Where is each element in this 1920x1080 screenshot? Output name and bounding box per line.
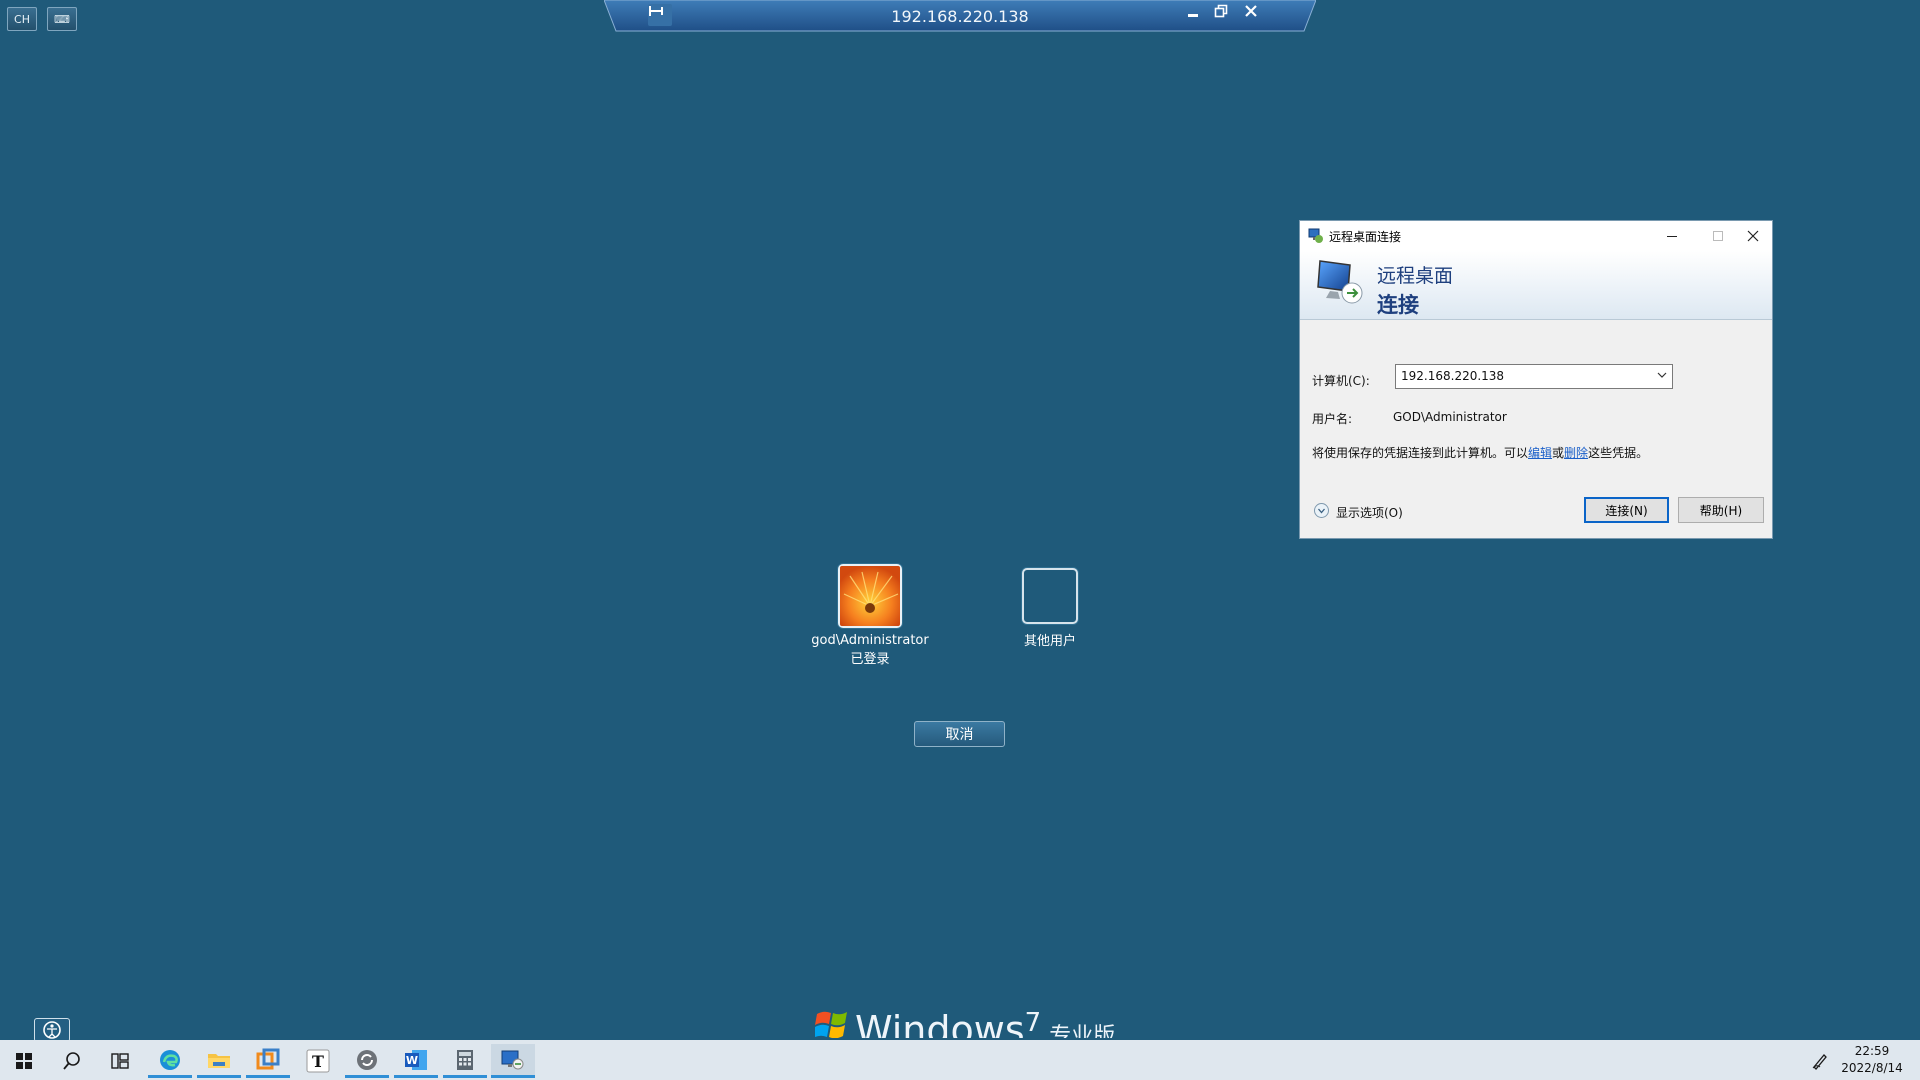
flower-picture-icon bbox=[840, 566, 900, 626]
calculator-icon[interactable] bbox=[443, 1044, 487, 1078]
edge-icon[interactable] bbox=[148, 1044, 192, 1078]
delete-credentials-link[interactable]: 删除 bbox=[1564, 446, 1588, 460]
brand-version: 7 bbox=[1024, 1008, 1042, 1038]
minimize-icon[interactable] bbox=[1186, 4, 1210, 26]
chevron-down-icon[interactable] bbox=[1656, 368, 1668, 382]
rdp-connection-bar: 192.168.220.138 bbox=[604, 0, 1316, 32]
ease-of-access-icon bbox=[43, 1021, 61, 1039]
cred-text-post: 这些凭据。 bbox=[1588, 446, 1649, 460]
remote-desktop-monitor-icon bbox=[1317, 260, 1363, 304]
dialog-title: 远程桌面连接 bbox=[1329, 230, 1402, 244]
pen-icon[interactable] bbox=[1805, 1044, 1835, 1078]
typora-icon[interactable]: T bbox=[296, 1044, 340, 1078]
computer-value: 192.168.220.138 bbox=[1401, 369, 1505, 383]
user-name: god\Administrator bbox=[811, 633, 929, 648]
word-icon[interactable]: W bbox=[394, 1044, 438, 1078]
cancel-button[interactable]: 取消 bbox=[914, 721, 1005, 747]
keyboard-button[interactable]: ⌨ bbox=[47, 7, 77, 31]
header-line2: 连接 bbox=[1377, 293, 1419, 317]
taskbar: T W 22:59 2022/8/14 bbox=[0, 1040, 1920, 1080]
windows7-logo: Windows7 专业版 bbox=[815, 1008, 1115, 1038]
windows-start-icon[interactable] bbox=[2, 1044, 46, 1078]
dialog-minimize-icon[interactable] bbox=[1657, 225, 1687, 247]
file-explorer-icon[interactable] bbox=[197, 1044, 241, 1078]
sync-icon[interactable] bbox=[345, 1044, 389, 1078]
cred-text-pre: 将使用保存的凭据连接到此计算机。可以 bbox=[1312, 446, 1529, 460]
dialog-maximize-icon bbox=[1703, 225, 1733, 247]
brand-text: Windows bbox=[855, 1008, 1025, 1038]
close-icon[interactable] bbox=[1244, 4, 1268, 26]
user-tile-other[interactable]: 其他用户 bbox=[1000, 568, 1100, 649]
dialog-header: 远程桌面 连接 bbox=[1300, 251, 1772, 320]
edit-credentials-link[interactable]: 编辑 bbox=[1528, 446, 1552, 460]
user-avatar bbox=[838, 564, 902, 628]
computer-label: 计算机(C): bbox=[1312, 374, 1370, 388]
dialog-titlebar[interactable]: 远程桌面连接 bbox=[1300, 221, 1772, 251]
ease-of-access-button[interactable] bbox=[34, 1018, 70, 1042]
remote-desktop-icon[interactable] bbox=[491, 1044, 535, 1078]
username-value: GOD\Administrator bbox=[1393, 410, 1507, 424]
svg-text:W: W bbox=[406, 1054, 418, 1067]
connect-button[interactable]: 连接(N) bbox=[1584, 497, 1669, 523]
edition-text: 专业版 bbox=[1049, 1024, 1116, 1038]
header-line1: 远程桌面 bbox=[1377, 265, 1454, 287]
user-status: 已登录 bbox=[850, 652, 890, 667]
dialog-close-icon[interactable] bbox=[1733, 225, 1773, 247]
vmware-icon[interactable] bbox=[246, 1044, 290, 1078]
user-tile-administrator[interactable]: god\Administrator 已登录 bbox=[805, 564, 935, 667]
restore-icon[interactable] bbox=[1214, 4, 1238, 26]
clock-date: 2022/8/14 bbox=[1841, 1061, 1903, 1075]
svg-text:T: T bbox=[312, 1052, 324, 1071]
ime-button[interactable]: CH bbox=[7, 7, 37, 31]
other-user-avatar bbox=[1022, 568, 1078, 624]
cred-text-or: 或 bbox=[1552, 446, 1565, 460]
username-label: 用户名: bbox=[1312, 412, 1353, 426]
help-button[interactable]: 帮助(H) bbox=[1678, 497, 1764, 523]
windows-flag-icon bbox=[815, 1011, 847, 1038]
remote-desktop-dialog: 远程桌面连接 远程桌面 连接 计算机(C): 192.168.220.138 用… bbox=[1299, 220, 1773, 539]
show-options-link[interactable]: 显示选项(O) bbox=[1336, 504, 1403, 521]
show-options-icon[interactable] bbox=[1314, 503, 1329, 518]
other-user-label: 其他用户 bbox=[1023, 634, 1076, 649]
computer-combobox[interactable]: 192.168.220.138 bbox=[1395, 364, 1673, 389]
rdp-app-icon bbox=[1308, 228, 1323, 243]
clock-time: 22:59 bbox=[1854, 1044, 1890, 1058]
taskbar-clock[interactable]: 22:59 2022/8/14 bbox=[1832, 1043, 1912, 1077]
search-icon[interactable] bbox=[50, 1044, 94, 1078]
task-view-icon[interactable] bbox=[98, 1044, 142, 1078]
credentials-text: 将使用保存的凭据连接到此计算机。可以编辑或删除这些凭据。 bbox=[1312, 444, 1648, 461]
